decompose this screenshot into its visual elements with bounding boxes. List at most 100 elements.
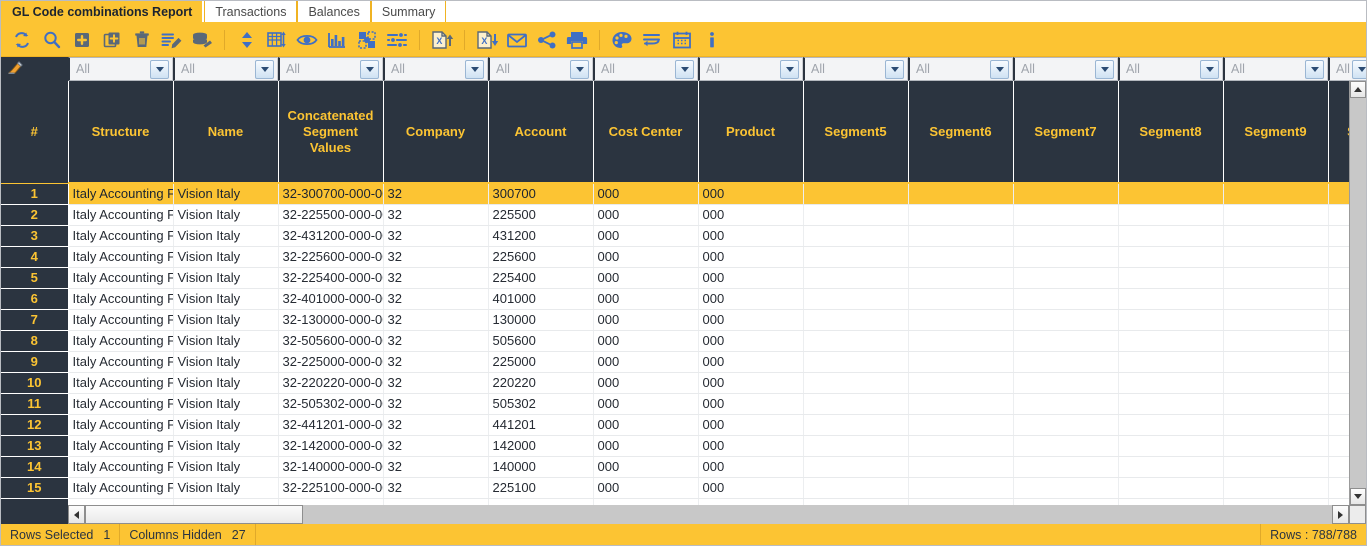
print-icon[interactable] [562,25,592,55]
cell-segment8[interactable] [1118,372,1224,394]
chevron-down-icon[interactable] [1352,59,1366,79]
cell-concat[interactable]: 32-431200-000-00 [278,225,384,247]
cell-segment8[interactable] [1118,204,1224,226]
cell-structure[interactable]: Italy Accounting F [68,435,174,457]
cell-company[interactable]: 32 [383,351,489,373]
cell-name[interactable]: Vision Italy [173,183,279,205]
cell-segment10[interactable] [1328,414,1349,436]
column-header-segment8[interactable]: Segment8 [1118,81,1224,184]
cell-segment7[interactable] [1013,225,1119,247]
scroll-right-button[interactable] [1332,505,1349,524]
cell-structure[interactable]: Italy Accounting F [68,456,174,478]
column-header-segment10[interactable]: S [1328,81,1349,184]
cell-costcenter[interactable]: 000 [593,456,699,478]
cell-segment7[interactable] [1013,456,1119,478]
delete-icon[interactable] [127,25,157,55]
cell-segment10[interactable] [1328,183,1349,205]
eraser-icon[interactable] [6,60,24,79]
share-icon[interactable] [532,25,562,55]
cell-name[interactable]: Vision Italy [173,414,279,436]
cell-concat[interactable] [278,498,384,505]
cell-segment5[interactable] [803,456,909,478]
cell-num[interactable]: 11 [1,393,69,415]
table-row[interactable]: 2 Italy Accounting F Vision Italy 32-225500… [1,204,1349,226]
column-header-structure[interactable]: Structure [68,81,174,184]
edit-list-icon[interactable] [157,25,187,55]
excel-import-icon[interactable]: X [472,25,502,55]
cell-segment6[interactable] [908,309,1014,331]
cell-structure[interactable]: Italy Accounting F [68,183,174,205]
cell-segment7[interactable] [1013,477,1119,499]
cell-segment9[interactable] [1223,456,1329,478]
scroll-down-button[interactable] [1350,488,1366,505]
filter-dropdown-concat[interactable]: All [278,57,383,81]
cell-segment6[interactable] [908,246,1014,268]
filter-dropdown-segment8[interactable]: All [1118,57,1223,81]
table-row[interactable]: 11 Italy Accounting F Vision Italy 32-50530… [1,393,1349,415]
table-row[interactable]: 13 Italy Accounting F Vision Italy 32-14200… [1,435,1349,457]
cell-structure[interactable]: Italy Accounting F [68,204,174,226]
cell-segment7[interactable] [1013,414,1119,436]
horizontal-scrollbar[interactable] [1,505,1366,524]
chevron-down-icon[interactable] [1095,59,1114,79]
chevron-down-icon[interactable] [1200,59,1219,79]
cell-name[interactable]: Vision Italy [173,288,279,310]
cell-company[interactable]: 32 [383,183,489,205]
cell-company[interactable] [383,498,489,505]
cell-account[interactable]: 441201 [488,414,594,436]
cell-num[interactable]: 1 [1,183,69,205]
cell-concat[interactable]: 32-140000-000-00 [278,456,384,478]
cell-structure[interactable]: Italy Accounting F [68,225,174,247]
cell-segment5[interactable] [803,183,909,205]
cell-num[interactable]: 12 [1,414,69,436]
cell-segment9[interactable] [1223,309,1329,331]
cell-segment6[interactable] [908,225,1014,247]
cell-segment7[interactable] [1013,351,1119,373]
cell-concat[interactable]: 32-401000-000-00 [278,288,384,310]
duplicate-record-icon[interactable] [97,25,127,55]
cell-company[interactable]: 32 [383,204,489,226]
cell-num[interactable]: 3 [1,225,69,247]
cell-name[interactable]: Vision Italy [173,204,279,226]
filter-dropdown-segment9[interactable]: All [1223,57,1328,81]
cell-account[interactable]: 225000 [488,351,594,373]
cell-num[interactable]: 15 [1,477,69,499]
cell-segment10[interactable] [1328,330,1349,352]
cell-segment9[interactable] [1223,435,1329,457]
cell-account[interactable]: 300700 [488,183,594,205]
cell-costcenter[interactable]: 000 [593,393,699,415]
cell-product[interactable]: 000 [698,309,804,331]
cell-segment10[interactable] [1328,267,1349,289]
cell-segment7[interactable] [1013,183,1119,205]
cell-product[interactable]: 000 [698,204,804,226]
cell-segment6[interactable] [908,477,1014,499]
cell-company[interactable]: 32 [383,456,489,478]
cell-company[interactable]: 32 [383,372,489,394]
table-row[interactable]: 8 Italy Accounting F Vision Italy 32-505600… [1,330,1349,352]
cell-company[interactable]: 32 [383,414,489,436]
column-header-name[interactable]: Name [173,81,279,184]
cell-segment5[interactable] [803,351,909,373]
table-row[interactable]: 7 Italy Accounting F Vision Italy 32-130000… [1,309,1349,331]
cell-company[interactable]: 32 [383,288,489,310]
cell-concat[interactable]: 32-505302-000-00 [278,393,384,415]
scroll-up-button[interactable] [1350,81,1366,98]
cell-num[interactable] [1,498,69,505]
cell-product[interactable] [698,498,804,505]
chevron-down-icon[interactable] [885,59,904,79]
cell-segment7[interactable] [1013,435,1119,457]
cell-segment9[interactable] [1223,267,1329,289]
filter-dropdown-product[interactable]: All [698,57,803,81]
excel-export-icon[interactable]: X [427,25,457,55]
cell-segment8[interactable] [1118,435,1224,457]
table-row[interactable]: 4 Italy Accounting F Vision Italy 32-225600… [1,246,1349,268]
cell-segment8[interactable] [1118,267,1224,289]
cell-segment5[interactable] [803,414,909,436]
table-row[interactable]: 6 Italy Accounting F Vision Italy 32-401000… [1,288,1349,310]
column-header-segment7[interactable]: Segment7 [1013,81,1119,184]
cell-num[interactable]: 10 [1,372,69,394]
column-header-company[interactable]: Company [383,81,489,184]
cell-concat[interactable]: 32-225000-000-00 [278,351,384,373]
cell-segment7[interactable] [1013,267,1119,289]
column-header-product[interactable]: Product [698,81,804,184]
